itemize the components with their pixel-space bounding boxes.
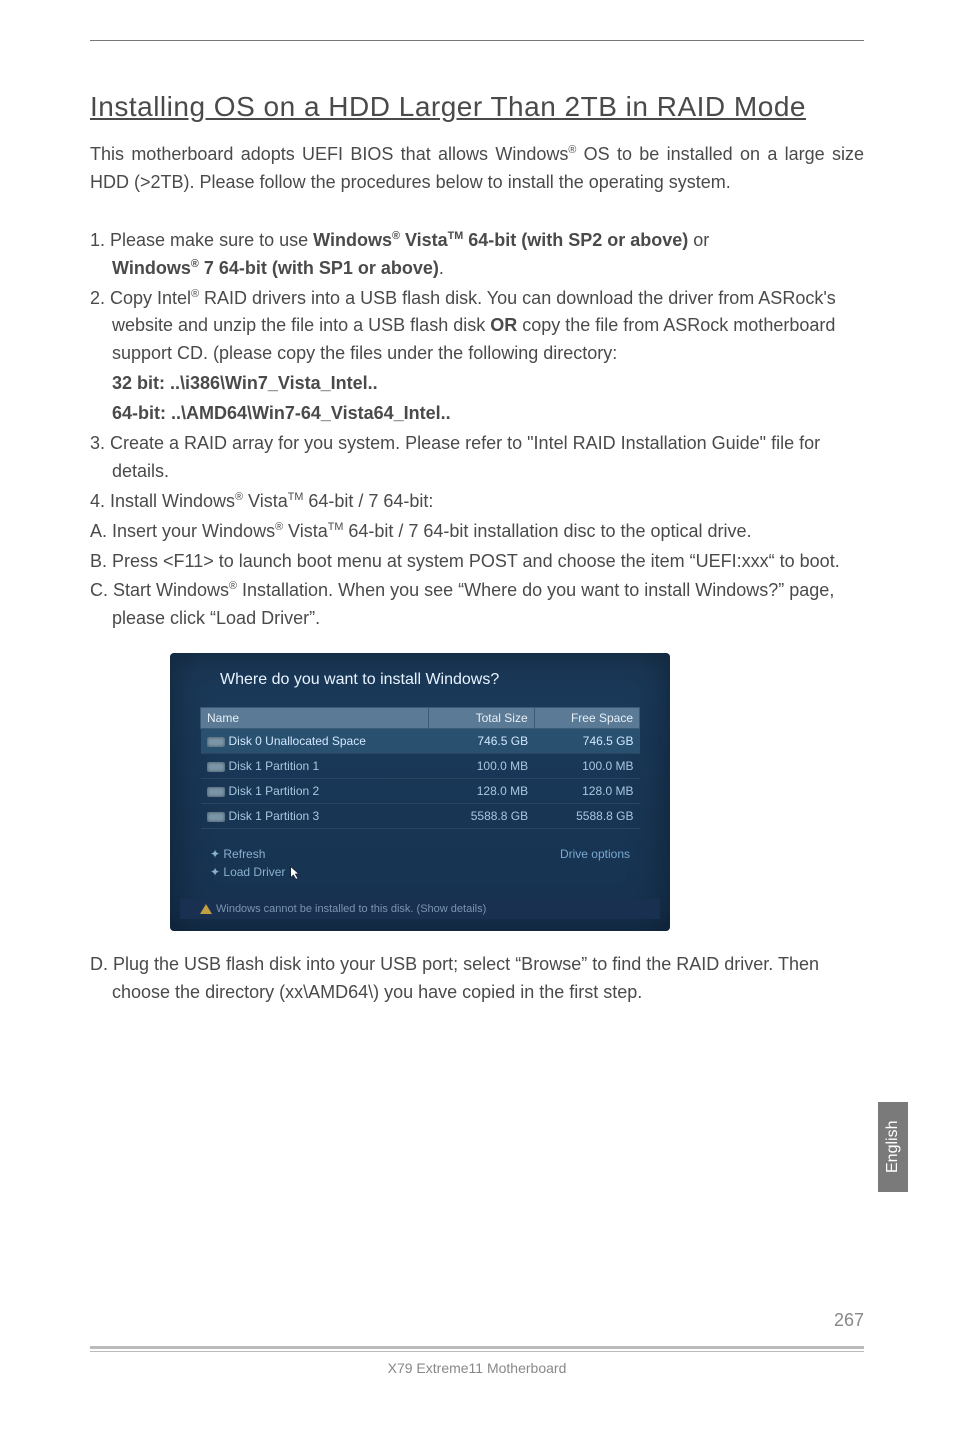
text: 4. Install Windows [90,491,235,511]
table-row[interactable]: Disk 1 Partition 1 100.0 MB 100.0 MB [201,754,640,779]
text: Vista [283,521,328,541]
disk-icon [207,737,225,747]
text: 1. Please make sure to use [90,230,313,250]
cell: 746.5 GB [534,729,639,754]
cursor-icon [289,865,303,881]
cell: Disk 1 Partition 2 [229,784,320,798]
step-2: 2. Copy Intel® RAID drivers into a USB f… [90,285,864,369]
text: Windows [313,230,392,250]
cell: Disk 0 Unallocated Space [229,734,366,748]
disk-icon [207,762,225,772]
cell: 100.0 MB [429,754,534,779]
reg-mark: ® [191,288,199,300]
text: Vista [400,230,448,250]
text: or [688,230,709,250]
step-4c: C. Start Windows® Installation. When you… [90,577,864,633]
step-1: 1. Please make sure to use Windows® Vist… [90,227,864,283]
text: 64-bit / 7 64-bit: [303,491,433,511]
step-4d: D. Plug the USB flash disk into your USB… [90,951,864,1007]
step-4: 4. Install Windows® VistaTM 64-bit / 7 6… [90,488,864,516]
tm-mark: TM [448,230,464,242]
text: 64-bit (with SP2 or above) [463,230,688,250]
page-number: 267 [834,1310,864,1331]
footer-product-name: X79 Extreme11 Motherboard [388,1360,567,1376]
text: C. Start Windows [90,580,229,600]
refresh-link[interactable]: ✦ Refresh [210,847,303,861]
installer-warning[interactable]: Windows cannot be installed to this disk… [180,899,660,919]
disk-icon [207,787,225,797]
text: Windows [112,258,191,278]
cell: 128.0 MB [429,779,534,804]
text: Refresh [223,847,265,861]
warning-icon [200,904,212,914]
step-4a: A. Insert your Windows® VistaTM 64-bit /… [90,518,864,546]
reg-mark: ® [229,580,237,592]
section-heading: Installing OS on a HDD Larger Than 2TB i… [90,91,864,123]
tm-mark: TM [288,491,304,503]
text: Load Driver [223,865,285,879]
cell: 5588.8 GB [534,804,639,829]
language-tab: English [878,1102,908,1192]
text: . [439,258,444,278]
disk-table: Name Total Size Free Space Disk 0 Unallo… [200,707,640,829]
disk-icon [207,812,225,822]
cell: 128.0 MB [534,779,639,804]
windows-installer-screenshot: Where do you want to install Windows? Na… [170,653,670,931]
col-size: Total Size [429,708,534,729]
table-row[interactable]: Disk 0 Unallocated Space 746.5 GB 746.5 … [201,729,640,754]
reg-mark: ® [191,258,199,270]
text: 7 64-bit (with SP1 or above) [199,258,439,278]
step-3: 3. Create a RAID array for you system. P… [90,430,864,486]
installer-title: Where do you want to install Windows? [200,671,640,689]
step-4b: B. Press <F11> to launch boot menu at sy… [90,548,864,576]
intro-text-a: This motherboard adopts UEFI BIOS that a… [90,144,568,164]
drive-options-link[interactable]: Drive options [560,847,630,861]
text: Vista [243,491,288,511]
text: OR [490,315,517,335]
step-2-path32: 32 bit: ..\i386\Win7_Vista_Intel.. [90,370,864,398]
cell: 100.0 MB [534,754,639,779]
text: A. Insert your Windows [90,521,275,541]
reg-mark: ® [235,491,243,503]
table-row[interactable]: Disk 1 Partition 2 128.0 MB 128.0 MB [201,779,640,804]
text: 64-bit / 7 64-bit installation disc to t… [343,521,751,541]
cell: Disk 1 Partition 3 [229,809,320,823]
text: 2. Copy Intel [90,288,191,308]
cell: 746.5 GB [429,729,534,754]
table-row[interactable]: Disk 1 Partition 3 5588.8 GB 5588.8 GB [201,804,640,829]
text: Windows cannot be installed to this disk… [216,903,486,915]
step-2-path64: 64-bit: ..\AMD64\Win7-64_Vista64_Intel.. [90,400,864,428]
cell: 5588.8 GB [429,804,534,829]
tm-mark: TM [328,521,344,533]
cell: Disk 1 Partition 1 [229,759,320,773]
col-name: Name [201,708,429,729]
reg-mark: ® [392,230,400,242]
col-free: Free Space [534,708,639,729]
reg-mark: ® [275,521,283,533]
load-driver-link[interactable]: ✦ Load Driver [210,865,303,881]
intro-paragraph: This motherboard adopts UEFI BIOS that a… [90,141,864,197]
